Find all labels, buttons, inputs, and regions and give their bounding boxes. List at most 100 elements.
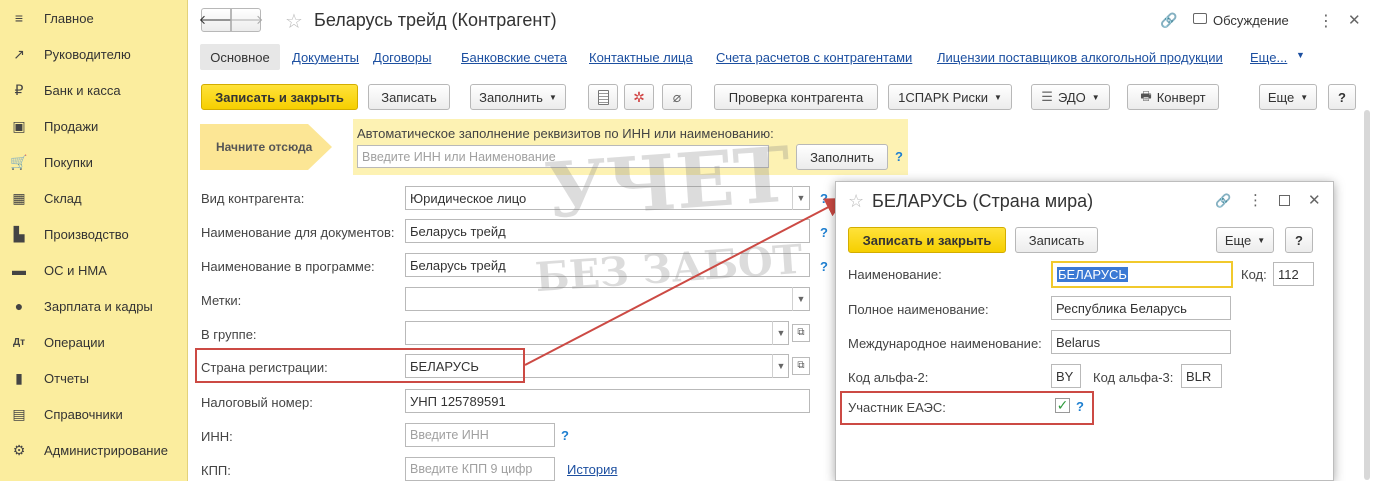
chevron-down-icon[interactable]: ▼ bbox=[772, 321, 789, 345]
chevron-down-icon: ▼ bbox=[993, 92, 1002, 102]
more-actions-icon[interactable]: ⋮ bbox=[1318, 11, 1334, 31]
start-here-label: Начните отсюда bbox=[216, 140, 313, 154]
intl-name-input[interactable]: Belarus bbox=[1051, 330, 1231, 354]
cart-icon: 🛒 bbox=[10, 153, 28, 170]
open-icon[interactable]: ⧉ bbox=[792, 357, 810, 375]
popup-help-button[interactable]: ? bbox=[1285, 227, 1313, 253]
sidebar-item-manager[interactable]: ↗ Руководителю bbox=[0, 36, 188, 72]
factory-icon: ▙ bbox=[13, 225, 25, 242]
chat-icon bbox=[1193, 13, 1207, 24]
more-button[interactable]: Еще ▼ bbox=[1259, 84, 1317, 110]
sidebar-item-admin[interactable]: ⚙ Администрирование bbox=[0, 432, 188, 468]
autofill-button[interactable]: Заполнить bbox=[796, 144, 888, 170]
sidebar-item-label: Главное bbox=[44, 10, 94, 26]
tab-more[interactable]: Еще... bbox=[1250, 44, 1287, 70]
sidebar-item-production[interactable]: ▙ Производство bbox=[0, 216, 188, 252]
sidebar-item-bank[interactable]: ₽ Банк и касса bbox=[0, 72, 188, 108]
kind-label: Вид контрагента: bbox=[201, 191, 305, 206]
fullname-input[interactable]: Республика Беларусь bbox=[1051, 296, 1231, 320]
inn-input[interactable]: Введите ИНН bbox=[405, 423, 555, 447]
edo-icon: ☰ bbox=[1041, 89, 1053, 104]
edo-button[interactable]: ☰ ЭДО ▼ bbox=[1031, 84, 1110, 110]
group-select[interactable] bbox=[405, 321, 789, 345]
spark-risks-button[interactable]: 1СПАРК Риски ▼ bbox=[888, 84, 1012, 110]
scrollbar[interactable] bbox=[1364, 110, 1370, 480]
envelope-label: Конверт bbox=[1156, 89, 1206, 105]
link-icon[interactable]: 🔗 bbox=[1160, 12, 1177, 29]
more-actions-icon[interactable]: ⋮ bbox=[1248, 191, 1263, 209]
truck-icon: ▬ bbox=[12, 262, 26, 278]
maximize-icon[interactable] bbox=[1279, 195, 1290, 206]
autofill-help-icon[interactable]: ? bbox=[895, 149, 903, 164]
help-button[interactable]: ? bbox=[1328, 84, 1356, 110]
tax-number-input[interactable]: УНП 125789591 bbox=[405, 389, 810, 413]
save-close-button[interactable]: Записать и закрыть bbox=[201, 84, 358, 110]
favorite-star-icon[interactable]: ☆ bbox=[285, 9, 303, 34]
structure-button[interactable]: ✲ bbox=[624, 84, 654, 110]
inn-search-input[interactable]: Введите ИНН или Наименование bbox=[357, 145, 769, 168]
discussion-button[interactable]: Обсуждение bbox=[1213, 13, 1289, 28]
docname-input[interactable]: Беларусь трейд bbox=[405, 219, 810, 243]
popup-more-button[interactable]: Еще ▼ bbox=[1216, 227, 1274, 253]
help-icon[interactable]: ? bbox=[561, 428, 569, 443]
help-icon[interactable]: ? bbox=[820, 191, 828, 206]
help-icon[interactable]: ? bbox=[820, 259, 828, 274]
attach-button[interactable]: ⌀ bbox=[662, 84, 692, 110]
tab-contracts[interactable]: Договоры bbox=[373, 44, 431, 70]
envelope-button[interactable]: 🖶 Конверт bbox=[1127, 84, 1219, 110]
tab-bank-accounts[interactable]: Банковские счета bbox=[461, 44, 567, 70]
popup-title: БЕЛАРУСЬ (Страна мира) bbox=[872, 191, 1094, 211]
name-input[interactable]: БЕЛАРУСЬ bbox=[1051, 261, 1233, 288]
save-button[interactable]: Записать bbox=[368, 84, 450, 110]
sidebar-item-label: Руководителю bbox=[44, 46, 131, 62]
favorite-star-icon[interactable]: ☆ bbox=[848, 191, 864, 212]
tab-settlement-accounts[interactable]: Счета расчетов с контрагентами bbox=[716, 44, 912, 70]
intl-name-label: Международное наименование: bbox=[848, 336, 1042, 351]
check-counterparty-button[interactable]: Проверка контрагента bbox=[714, 84, 878, 110]
inn-label: ИНН: bbox=[201, 429, 233, 444]
progname-input[interactable]: Беларусь трейд bbox=[405, 253, 810, 277]
sidebar-item-purchases[interactable]: 🛒 Покупки bbox=[0, 144, 188, 180]
sidebar-item-operations[interactable]: Дт Операции bbox=[0, 324, 188, 360]
printer-icon: 🖶 bbox=[1140, 88, 1152, 103]
sidebar-item-payroll[interactable]: ● Зарплата и кадры bbox=[0, 288, 188, 324]
chevron-down-icon[interactable]: ▼ bbox=[772, 354, 789, 378]
sidebar-item-main[interactable]: ≡ Главное bbox=[0, 0, 188, 36]
open-icon[interactable]: ⧉ bbox=[792, 324, 810, 342]
alpha3-input[interactable]: BLR bbox=[1181, 364, 1222, 388]
popup-save-close-button[interactable]: Записать и закрыть bbox=[848, 227, 1006, 253]
fill-dropdown-button[interactable]: Заполнить ▼ bbox=[470, 84, 566, 110]
code-input[interactable]: 112 bbox=[1273, 262, 1314, 286]
sidebar-item-sales[interactable]: ▣ Продажи bbox=[0, 108, 188, 144]
history-link[interactable]: История bbox=[567, 462, 617, 477]
back-button[interactable]: 🡐 bbox=[199, 8, 233, 32]
sidebar-item-warehouse[interactable]: ▦ Склад bbox=[0, 180, 188, 216]
chevron-down-icon[interactable]: ▼ bbox=[792, 186, 809, 210]
popup-save-button[interactable]: Записать bbox=[1015, 227, 1098, 253]
country-popup: ☆ БЕЛАРУСЬ (Страна мира) 🔗 ⋮ ✕ Записать … bbox=[835, 181, 1334, 481]
kpp-input[interactable]: Введите КПП 9 цифр bbox=[405, 457, 555, 481]
tab-alcohol-licenses[interactable]: Лицензии поставщиков алкогольной продукц… bbox=[937, 44, 1223, 70]
tax-label: Налоговый номер: bbox=[201, 395, 313, 410]
tags-select[interactable] bbox=[405, 287, 810, 311]
page-title: Беларусь трейд (Контрагент) bbox=[314, 10, 557, 30]
sidebar-item-catalogs[interactable]: ▤ Справочники bbox=[0, 396, 188, 432]
tab-main[interactable]: Основное bbox=[200, 44, 280, 70]
sidebar-item-label: Производство bbox=[44, 226, 129, 242]
sidebar-item-assets[interactable]: ▬ ОС и НМА bbox=[0, 252, 188, 288]
calculator-button[interactable] bbox=[588, 84, 618, 110]
sidebar-item-label: Зарплата и кадры bbox=[44, 298, 153, 314]
help-icon[interactable]: ? bbox=[820, 225, 828, 240]
tab-documents[interactable]: Документы bbox=[292, 44, 359, 70]
chevron-down-icon[interactable]: ▼ bbox=[792, 287, 809, 311]
kind-select[interactable]: Юридическое лицо bbox=[405, 186, 810, 210]
alpha2-input[interactable]: BY bbox=[1051, 364, 1081, 388]
link-icon[interactable]: 🔗 bbox=[1215, 193, 1231, 209]
close-icon[interactable]: ✕ bbox=[1308, 191, 1321, 209]
sidebar-item-reports[interactable]: ▮ Отчеты bbox=[0, 360, 188, 396]
tab-contacts[interactable]: Контактные лица bbox=[589, 44, 693, 70]
country-highlight bbox=[195, 348, 525, 383]
close-icon[interactable]: ✕ bbox=[1348, 11, 1361, 29]
forward-button[interactable]: 🡒 bbox=[229, 8, 263, 32]
chevron-down-icon: ▼ bbox=[1257, 235, 1266, 245]
